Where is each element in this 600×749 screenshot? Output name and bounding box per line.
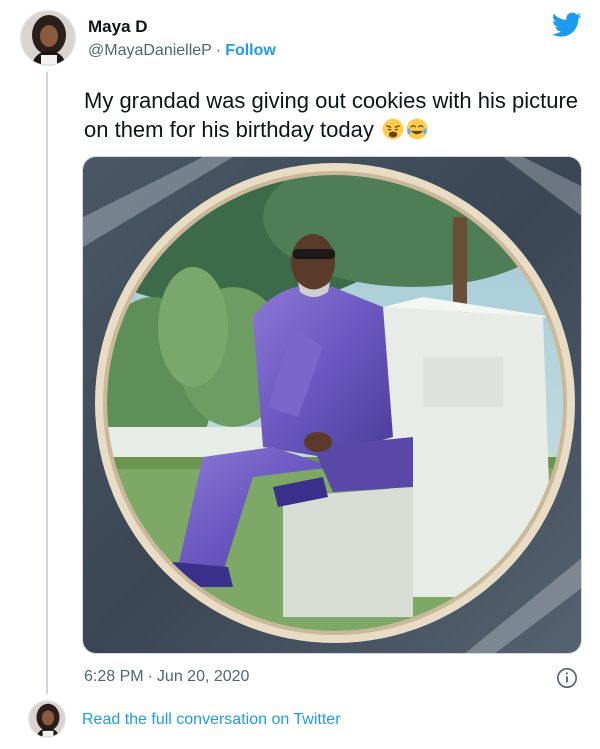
- avatar[interactable]: [20, 10, 76, 66]
- follow-button[interactable]: Follow: [225, 42, 276, 59]
- info-icon[interactable]: [556, 667, 578, 689]
- avatar-small-image: [29, 701, 65, 737]
- display-name[interactable]: Maya D: [88, 17, 148, 37]
- handle[interactable]: @MayaDanielleP: [88, 42, 212, 59]
- handle-row: @MayaDanielleP · Follow: [88, 42, 276, 60]
- tweet-body: My grandad was giving out cookies with h…: [84, 88, 579, 142]
- weary-face-emoji: [382, 118, 404, 140]
- tweet-time: 6:28 PM: [84, 668, 144, 685]
- tweet-text: My grandad was giving out cookies with h…: [84, 86, 584, 144]
- separator: ·: [215, 42, 222, 59]
- tears-of-joy-emoji: [406, 118, 428, 140]
- tweet-timestamp[interactable]: 6:28 PM · Jun 20, 2020: [84, 668, 249, 686]
- tweet-date: Jun 20, 2020: [156, 668, 250, 685]
- cookie-photo-image: [83, 157, 581, 653]
- thread-line: [46, 72, 48, 694]
- avatar-small[interactable]: [28, 700, 66, 738]
- separator: ·: [147, 668, 153, 685]
- avatar-image: [21, 11, 75, 65]
- twitter-bird-icon[interactable]: [552, 12, 582, 38]
- tweet-photo[interactable]: [82, 156, 582, 654]
- read-conversation-link[interactable]: Read the full conversation on Twitter: [82, 711, 341, 729]
